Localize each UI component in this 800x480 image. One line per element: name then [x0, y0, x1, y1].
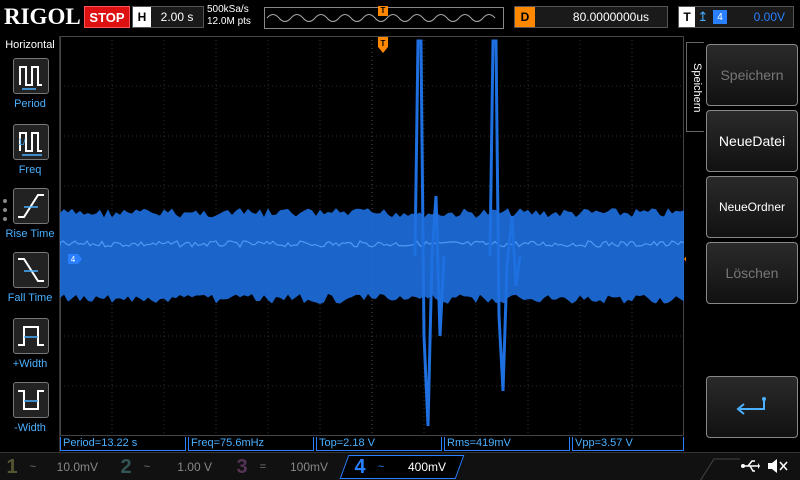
acquisition-info: 500kSa/s 12.0M pts	[207, 4, 267, 32]
vpp-result: Vpp=3.57 V	[572, 437, 684, 451]
usb-icon	[740, 456, 760, 476]
frequency-icon: 1/	[13, 124, 49, 160]
trigger-delay-display[interactable]: D 80.0000000us	[514, 6, 668, 28]
channel-4-scale: 400mV	[407, 460, 446, 474]
noise-band	[60, 208, 684, 304]
channel-marker-text: 4	[71, 255, 76, 264]
frequency-result: Freq=75.6mHz	[188, 437, 314, 451]
channel-4-offset-marker[interactable]: 4	[68, 251, 82, 264]
timebase-value: 2.00 s	[160, 10, 194, 24]
trigger-position-text: T	[381, 39, 386, 48]
menu-title: Speichern	[691, 63, 703, 113]
enter-return-icon	[736, 397, 766, 415]
waveform-display[interactable]	[60, 36, 684, 436]
channel-1-coupling: ~	[29, 461, 37, 473]
negative-width-icon	[13, 382, 49, 418]
new-file-button[interactable]: NeueDatei	[706, 110, 798, 172]
channel-3-scale: 100mV	[289, 460, 328, 474]
svg-text:1/: 1/	[18, 137, 26, 147]
channel-4-coupling: ~	[377, 461, 385, 473]
measure-fall-time-item[interactable]: Fall Time	[0, 252, 60, 316]
top-result: Top=2.18 V	[316, 437, 442, 451]
fall-time-label: Fall Time	[7, 292, 53, 304]
brand-logo: RIGOL	[4, 4, 81, 29]
timebase-display[interactable]: H 2.00 s	[132, 6, 204, 28]
channel-3-status[interactable]: 3 = 100mV	[232, 455, 328, 479]
positive-width-icon	[13, 318, 49, 354]
channel-3-number: 3	[236, 455, 248, 478]
measure-positive-width-item[interactable]: +Width	[0, 318, 60, 382]
positive-width-label: +Width	[12, 358, 48, 370]
channel-3-coupling: =	[259, 461, 267, 473]
channel-2-coupling: ~	[143, 461, 151, 473]
fall-time-icon	[13, 252, 49, 288]
channel-2-number: 2	[120, 455, 132, 478]
measurement-sidebar: Horizontal Period 1/ Freq Rise Time Fall…	[0, 36, 60, 452]
sidebar-title: Horizontal	[5, 39, 55, 51]
trigger-position-marker: T	[378, 37, 388, 53]
channel-2-scale: 1.00 V	[177, 460, 212, 474]
trigger-source: 4	[713, 10, 727, 24]
measure-rise-time-item[interactable]: Rise Time	[0, 188, 60, 252]
channel-1-number: 1	[6, 455, 18, 478]
menu-title-tab: Speichern	[686, 42, 704, 132]
rise-time-label: Rise Time	[5, 228, 55, 240]
period-label: Period	[14, 98, 46, 110]
waveform-canvas	[60, 36, 684, 436]
measure-period-item[interactable]: Period	[0, 58, 60, 122]
speaker-muted-icon[interactable]	[766, 456, 790, 476]
measurement-results-bar: Period=13.22 s Freq=75.6mHz Top=2.18 V R…	[60, 436, 686, 452]
rise-time-icon	[13, 188, 49, 224]
softkey-menu: Speichern Speichern NeueDatei NeueOrdner…	[686, 36, 800, 452]
period-icon	[13, 58, 49, 94]
status-divider	[700, 458, 740, 480]
save-button[interactable]: Speichern	[706, 44, 798, 106]
channel-4-number: 4	[354, 455, 366, 478]
horizontal-letter: H	[133, 7, 151, 27]
channel-1-status[interactable]: 1 ~ 10.0mV	[2, 455, 98, 479]
frequency-label: Freq	[18, 164, 42, 176]
memory-trigger-marker: T	[378, 6, 388, 16]
delay-value: 80.0000000us	[572, 10, 649, 24]
enter-button[interactable]	[706, 376, 798, 438]
top-status-bar: RIGOL STOP H 2.00 s 500kSa/s 12.0M pts T…	[0, 0, 800, 36]
delay-letter: D	[515, 7, 535, 27]
channel-4-status[interactable]: 4 ~ 400mV	[350, 455, 446, 479]
memory-depth: 12.0M pts	[207, 16, 251, 27]
measure-frequency-item[interactable]: 1/ Freq	[0, 124, 60, 188]
channel-1-scale: 10.0mV	[56, 460, 98, 474]
period-result: Period=13.22 s	[60, 437, 186, 451]
measure-negative-width-item[interactable]: -Width	[0, 382, 60, 446]
channel-status-bar: 1 ~ 10.0mV 2 ~ 1.00 V 3 = 100mV 4 ~ 400m…	[0, 452, 800, 480]
channel-2-status[interactable]: 2 ~ 1.00 V	[116, 455, 212, 479]
sample-rate: 500kSa/s	[207, 4, 249, 15]
trigger-settings-display[interactable]: T ↥ 4 0.00V	[678, 6, 794, 28]
trigger-level: 0.00V	[753, 10, 785, 24]
negative-width-label: -Width	[14, 422, 46, 434]
new-folder-button[interactable]: NeueOrdner	[706, 176, 798, 238]
run-stop-button[interactable]: STOP	[84, 6, 130, 28]
rising-edge-icon: ↥	[697, 9, 709, 24]
rms-result: Rms=419mV	[444, 437, 570, 451]
delete-button[interactable]: Löschen	[706, 242, 798, 304]
trigger-letter: T	[679, 7, 695, 27]
